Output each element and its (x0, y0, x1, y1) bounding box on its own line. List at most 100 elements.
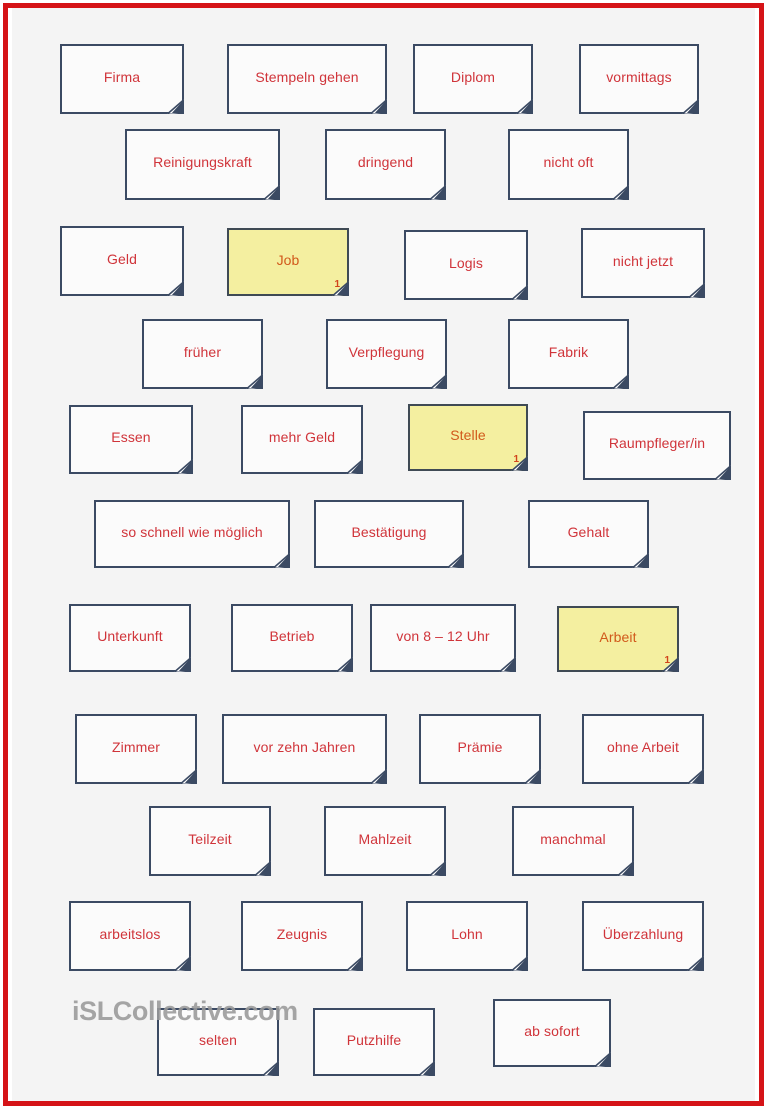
page-fold-corner-icon (263, 185, 280, 200)
word-card-label: Putzhilfe (346, 1031, 402, 1048)
word-card-so-schnell[interactable]: so schnell wie möglich (94, 500, 290, 568)
page-fold-corner-icon (336, 657, 353, 672)
page-fold-corner-icon (418, 1061, 435, 1076)
word-card-label: Zeugnis (276, 925, 328, 942)
word-card-lohn[interactable]: Lohn (406, 901, 528, 971)
word-card-label: Betrieb (269, 627, 315, 644)
page-fold-corner-icon (429, 185, 446, 200)
word-card-ab-sofort[interactable]: ab sofort (493, 999, 611, 1067)
word-card-raumpfleger-in[interactable]: Raumpfleger/in (583, 411, 731, 480)
word-card-praemie[interactable]: Prämie (419, 714, 541, 784)
word-card-geld[interactable]: Geld (60, 226, 184, 296)
word-card-stelle[interactable]: Stelle 1 (408, 404, 528, 471)
word-card-label: selten (199, 1031, 237, 1048)
page-fold-corner-icon (594, 1052, 611, 1067)
page-fold-corner-icon (511, 285, 528, 300)
page-fold-corner-icon (346, 459, 363, 474)
page-fold-corner-icon (370, 769, 387, 784)
word-card-badge: 1 (664, 655, 670, 666)
word-card-selten[interactable]: selten (157, 1008, 279, 1076)
word-card-verpflegung[interactable]: Verpflegung (326, 319, 447, 389)
word-card-mehr-geld[interactable]: mehr Geld (241, 405, 363, 474)
word-card-label: ab sofort (524, 1022, 580, 1039)
word-card-label: ohne Arbeit (607, 738, 679, 755)
page-fold-corner-icon (429, 861, 446, 876)
word-card-badge: 1 (334, 279, 340, 290)
word-card-teilzeit[interactable]: Teilzeit (149, 806, 271, 876)
word-card-label: Geld (107, 250, 137, 267)
word-card-label: Fabrik (548, 343, 589, 360)
page-fold-corner-icon (167, 99, 184, 114)
word-card-unterkunft[interactable]: Unterkunft (69, 604, 191, 672)
word-card-stempeln-gehen[interactable]: Stempeln gehen (227, 44, 387, 114)
word-card-nicht-oft[interactable]: nicht oft (508, 129, 629, 200)
word-card-label: dringend (357, 154, 414, 171)
page-fold-corner-icon (714, 465, 731, 480)
word-card-gehalt[interactable]: Gehalt (528, 500, 649, 568)
word-card-label: Stempeln gehen (255, 68, 359, 85)
word-card-arbeit[interactable]: Arbeit 1 (557, 606, 679, 672)
page-fold-corner-icon (617, 861, 634, 876)
page-fold-corner-icon (612, 374, 629, 389)
page-fold-corner-icon (682, 99, 699, 114)
word-card-firma[interactable]: Firma (60, 44, 184, 114)
page-fold-corner-icon (430, 374, 447, 389)
page-fold-corner-icon (687, 956, 704, 971)
page-fold-corner-icon (370, 99, 387, 114)
word-card-label: Diplom (450, 68, 496, 85)
word-card-reinigungskraft[interactable]: Reinigungskraft (125, 129, 280, 200)
word-card-vor-zehn-jahren[interactable]: vor zehn Jahren (222, 714, 387, 784)
word-card-label: früher (183, 343, 222, 360)
word-card-logis[interactable]: Logis (404, 230, 528, 300)
word-card-diplom[interactable]: Diplom (413, 44, 533, 114)
word-card-zeugnis[interactable]: Zeugnis (241, 901, 363, 971)
word-card-label: Zimmer (111, 738, 161, 755)
page-fold-corner-icon (246, 374, 263, 389)
word-card-label: Raumpfleger/in (608, 435, 706, 452)
word-card-zimmer[interactable]: Zimmer (75, 714, 197, 784)
word-card-label: Gehalt (567, 523, 610, 540)
word-card-label: Logis (449, 254, 483, 271)
word-card-job[interactable]: Job 1 (227, 228, 349, 296)
page-fold-corner-icon (511, 956, 528, 971)
word-card-label: von 8 – 12 Uhr (396, 627, 490, 644)
page-fold-corner-icon (612, 185, 629, 200)
page-fold-corner-icon (176, 459, 193, 474)
word-card-betrieb[interactable]: Betrieb (231, 604, 353, 672)
word-card-fabrik[interactable]: Fabrik (508, 319, 629, 389)
page-fold-corner-icon (516, 99, 533, 114)
word-card-mahlzeit[interactable]: Mahlzeit (324, 806, 446, 876)
word-card-label: Job (276, 251, 300, 268)
word-card-ohne-arbeit[interactable]: ohne Arbeit (582, 714, 704, 784)
word-card-label: Essen (111, 429, 151, 446)
word-card-frueher[interactable]: früher (142, 319, 263, 389)
word-card-label: vor zehn Jahren (253, 738, 356, 755)
word-card-manchmal[interactable]: manchmal (512, 806, 634, 876)
word-card-label: Überzahlung (602, 925, 684, 942)
word-card-arbeitslos[interactable]: arbeitslos (69, 901, 191, 971)
word-card-vormittags[interactable]: vormittags (579, 44, 699, 114)
word-card-von-8-12-uhr[interactable]: von 8 – 12 Uhr (370, 604, 516, 672)
page-fold-corner-icon (174, 657, 191, 672)
word-card-label: arbeitslos (99, 925, 161, 942)
word-card-badge: 1 (513, 454, 519, 465)
word-card-bestaetigung[interactable]: Bestätigung (314, 500, 464, 568)
word-card-essen[interactable]: Essen (69, 405, 193, 474)
word-card-label: Teilzeit (188, 830, 232, 847)
page-fold-corner-icon (687, 769, 704, 784)
red-border-frame: Firma Stempeln gehen Diplom vormittags R… (3, 3, 764, 1106)
word-card-label: Arbeit (599, 628, 637, 645)
word-card-label: nicht jetzt (612, 252, 674, 269)
word-card-dringend[interactable]: dringend (325, 129, 446, 200)
word-card-nicht-jetzt[interactable]: nicht jetzt (581, 228, 705, 298)
word-card-putzhilfe[interactable]: Putzhilfe (313, 1008, 435, 1076)
worksheet-canvas: Firma Stempeln gehen Diplom vormittags R… (12, 8, 755, 1101)
word-card-ueberzahlung[interactable]: Überzahlung (582, 901, 704, 971)
word-card-label: Verpflegung (348, 343, 425, 360)
page-fold-corner-icon (499, 657, 516, 672)
word-card-label: manchmal (540, 830, 606, 847)
word-card-label: vormittags (606, 68, 672, 85)
page-fold-corner-icon (447, 553, 464, 568)
word-card-label: Firma (103, 68, 141, 85)
page-fold-corner-icon (174, 956, 191, 971)
